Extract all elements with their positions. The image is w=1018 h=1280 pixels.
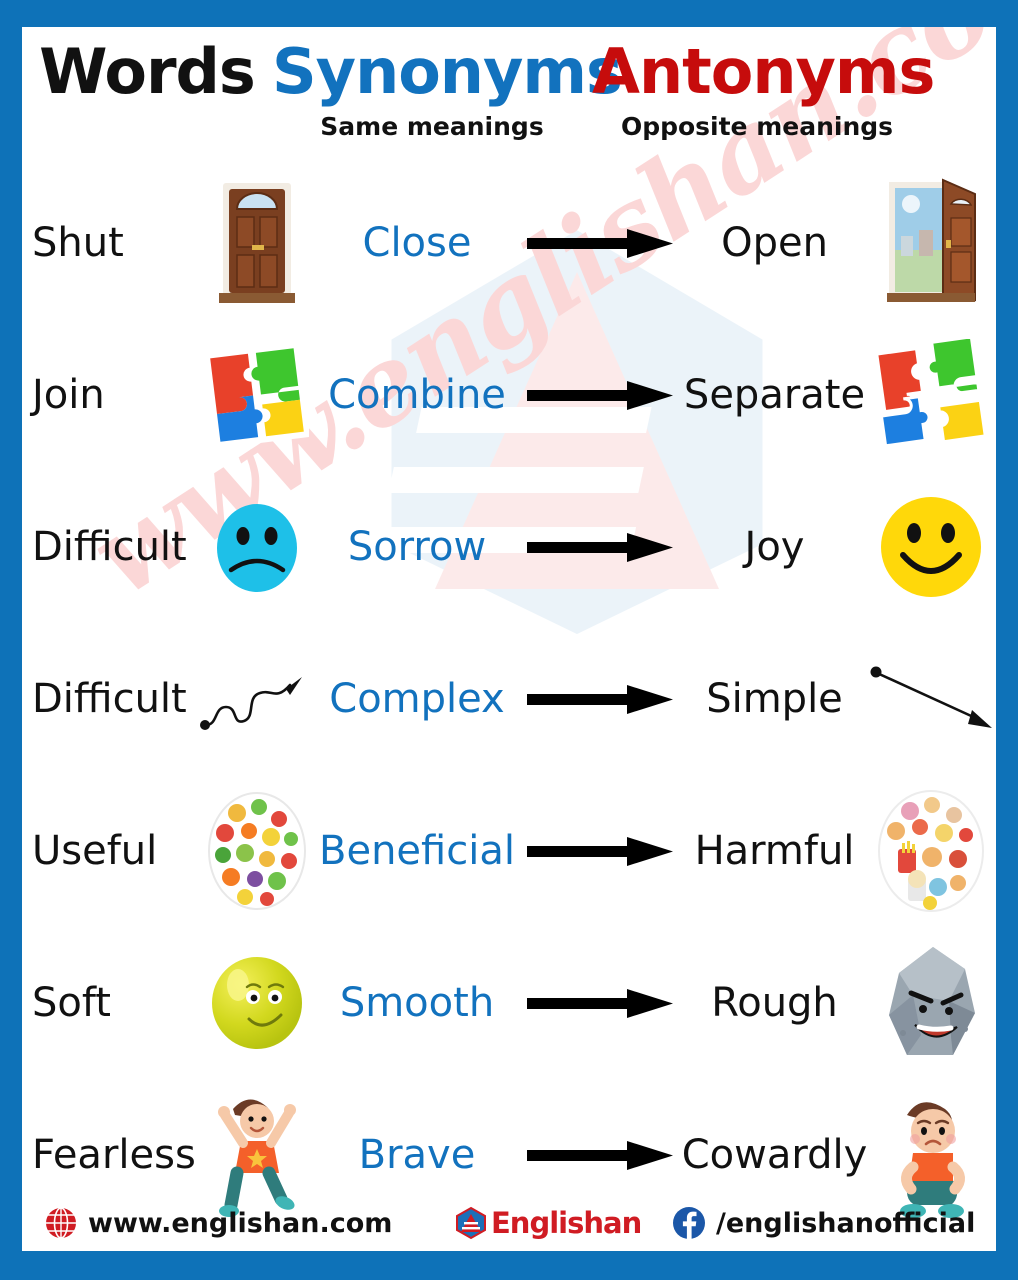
joined-puzzle-icon bbox=[205, 343, 309, 447]
open-door-icon bbox=[887, 178, 976, 302]
title-synonyms: Synonyms bbox=[272, 35, 623, 108]
right-arrow-icon bbox=[526, 685, 673, 714]
antonym-label: Separate bbox=[683, 372, 866, 418]
synonym-label: Complex bbox=[329, 676, 505, 722]
footer-website[interactable]: www.englishan.com bbox=[44, 1206, 392, 1240]
row-right-icon-cell bbox=[867, 927, 995, 1079]
word-label: Difficult bbox=[32, 524, 187, 570]
footer: www.englishan.com Englishan /englishanof… bbox=[22, 1195, 996, 1251]
row-arrow-cell bbox=[512, 167, 687, 319]
englishan-logo-icon bbox=[456, 1206, 486, 1240]
table-row: Difficult Sorrow Joy bbox=[22, 471, 996, 623]
row-arrow-cell bbox=[512, 927, 687, 1079]
table-row: Difficult Complex Simple bbox=[22, 623, 996, 775]
right-arrow-icon bbox=[526, 837, 673, 866]
globe-icon bbox=[46, 1207, 76, 1239]
header-col-antonyms: Antonyms Opposite meanings bbox=[592, 35, 935, 143]
row-arrow-cell bbox=[512, 319, 687, 471]
right-arrow-icon bbox=[526, 1141, 673, 1170]
sad-face-icon bbox=[217, 504, 297, 592]
table-row: Soft Smooth Rough bbox=[22, 927, 996, 1079]
word-label: Shut bbox=[32, 220, 124, 266]
footer-facebook-label: /englishanofficial bbox=[716, 1207, 976, 1239]
row-antonym-cell: Simple bbox=[667, 623, 882, 775]
table-row: Shut Close Open bbox=[22, 167, 996, 319]
row-antonym-cell: Separate bbox=[667, 319, 882, 471]
synonym-label: Close bbox=[362, 220, 472, 266]
synonym-label: Sorrow bbox=[347, 524, 487, 570]
row-synonym-cell: Complex bbox=[302, 623, 532, 775]
row-synonym-cell: Close bbox=[302, 167, 532, 319]
facebook-icon bbox=[673, 1207, 705, 1239]
row-right-icon-cell bbox=[867, 775, 995, 927]
poster-canvas: www.englishan.com Words Synonyms Same me… bbox=[22, 27, 996, 1251]
subtitle-synonyms: Same meanings bbox=[320, 112, 544, 141]
smooth-ball-face-icon bbox=[212, 957, 302, 1049]
antonym-label: Joy bbox=[744, 524, 805, 570]
title-antonyms: Antonyms bbox=[592, 35, 935, 108]
synonym-label: Smooth bbox=[339, 980, 495, 1026]
rough-rock-face-icon bbox=[889, 947, 975, 1055]
separated-puzzle-icon bbox=[875, 339, 987, 448]
antonym-label: Cowardly bbox=[681, 1132, 868, 1178]
closed-door-icon bbox=[219, 183, 295, 303]
antonym-label: Rough bbox=[711, 980, 838, 1026]
table-row: Useful Beneficial Harmful bbox=[22, 775, 996, 927]
word-label: Soft bbox=[32, 980, 111, 1026]
footer-brand-label: Englishan bbox=[491, 1206, 642, 1240]
row-antonym-cell: Harmful bbox=[667, 775, 882, 927]
row-synonym-cell: Beneficial bbox=[302, 775, 532, 927]
word-label: Fearless bbox=[32, 1132, 196, 1178]
row-arrow-cell bbox=[512, 775, 687, 927]
right-arrow-icon bbox=[526, 229, 673, 258]
healthy-food-plate-icon bbox=[208, 792, 306, 910]
word-rows: Shut Close Open Join Combine Separate Di… bbox=[22, 167, 996, 1231]
antonym-label: Simple bbox=[706, 676, 843, 722]
word-label: Join bbox=[32, 372, 105, 418]
footer-facebook[interactable]: /englishanofficial bbox=[672, 1206, 975, 1240]
footer-brand[interactable]: Englishan bbox=[454, 1206, 642, 1240]
row-right-icon-cell bbox=[867, 623, 995, 775]
row-synonym-cell: Smooth bbox=[302, 927, 532, 1079]
squiggly-arrow-icon bbox=[200, 677, 302, 730]
happy-face-icon bbox=[881, 497, 981, 597]
title-words: Words bbox=[39, 35, 256, 108]
row-antonym-cell: Open bbox=[667, 167, 882, 319]
right-arrow-icon bbox=[526, 381, 673, 410]
synonym-label: Brave bbox=[358, 1132, 476, 1178]
junk-food-plate-icon bbox=[878, 790, 984, 912]
synonym-label: Beneficial bbox=[319, 828, 515, 874]
row-synonym-cell: Combine bbox=[302, 319, 532, 471]
antonym-label: Harmful bbox=[694, 828, 855, 874]
header-col-words: Words bbox=[22, 37, 272, 143]
subtitle-antonyms: Opposite meanings bbox=[620, 112, 894, 141]
row-right-icon-cell bbox=[867, 471, 995, 623]
row-arrow-cell bbox=[512, 471, 687, 623]
synonym-label: Combine bbox=[328, 372, 506, 418]
right-arrow-icon bbox=[526, 533, 673, 562]
row-antonym-cell: Rough bbox=[667, 927, 882, 1079]
antonym-label: Open bbox=[721, 220, 828, 266]
row-right-icon-cell bbox=[867, 319, 995, 471]
table-row: Join Combine Separate bbox=[22, 319, 996, 471]
footer-website-label: www.englishan.com bbox=[88, 1207, 393, 1239]
right-arrow-icon bbox=[526, 989, 673, 1018]
header: Words Synonyms Same meanings Antonyms Op… bbox=[22, 27, 996, 167]
row-right-icon-cell bbox=[867, 167, 995, 319]
straight-arrow-icon bbox=[870, 666, 992, 728]
row-synonym-cell: Sorrow bbox=[302, 471, 532, 623]
header-col-synonyms: Synonyms Same meanings bbox=[272, 35, 623, 143]
word-label: Useful bbox=[32, 828, 158, 874]
row-antonym-cell: Joy bbox=[667, 471, 882, 623]
row-arrow-cell bbox=[512, 623, 687, 775]
word-label: Difficult bbox=[32, 676, 187, 722]
